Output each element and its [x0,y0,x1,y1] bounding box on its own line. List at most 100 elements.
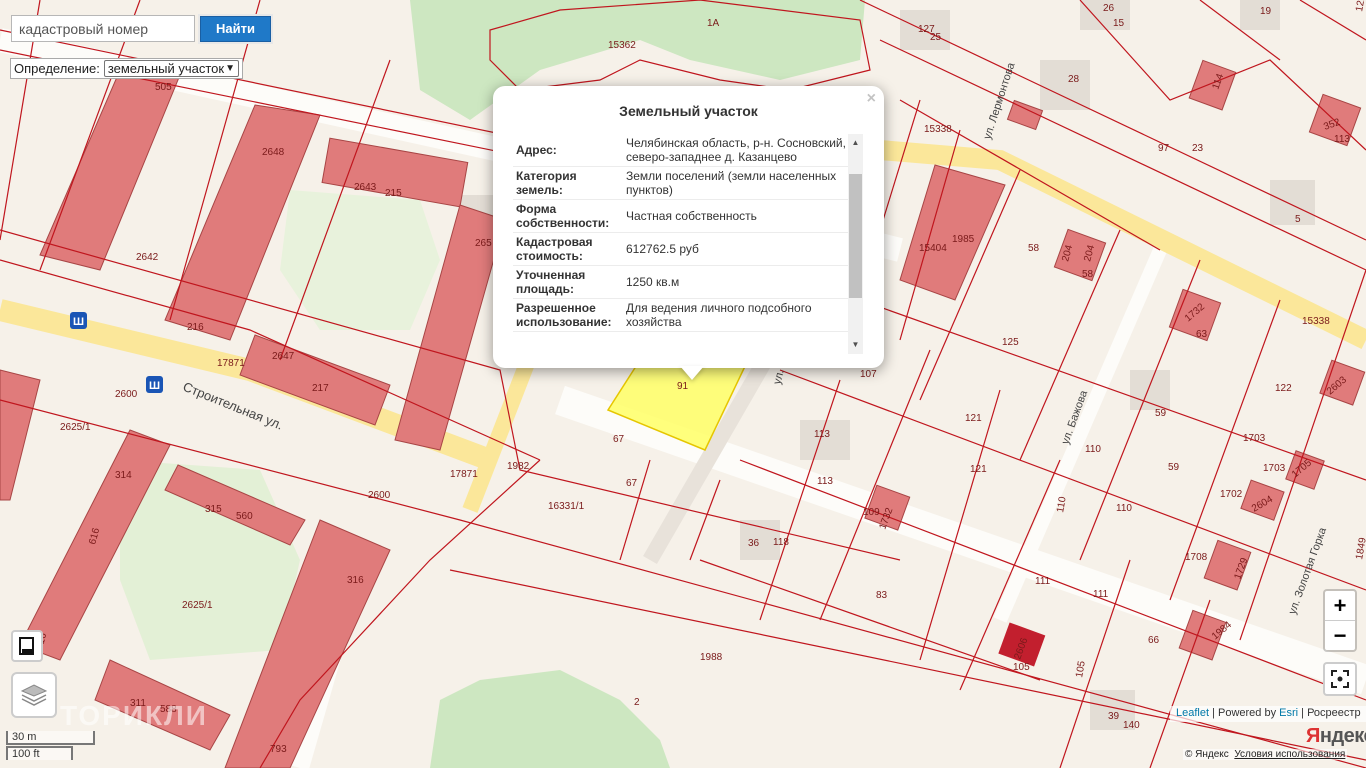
row-key: Категория земель: [516,169,577,197]
bus-stop-icon: Ш [70,312,87,329]
svg-text:2600: 2600 [115,389,138,400]
book-button[interactable] [11,630,43,662]
svg-text:15404: 15404 [919,243,947,254]
svg-text:23: 23 [1192,143,1204,154]
attribution-text: | Росреестр [1298,707,1361,719]
layers-icon [20,684,48,706]
popup-table: Адрес: Челябинская область, р-н. Сосновс… [513,134,855,354]
svg-text:113: 113 [817,476,833,487]
svg-text:140: 140 [1123,720,1140,731]
svg-text:121: 121 [970,464,987,475]
svg-text:58: 58 [1082,269,1094,280]
svg-text:67: 67 [626,478,638,489]
svg-text:2625/1: 2625/1 [182,600,213,611]
fullscreen-button[interactable] [1323,662,1357,696]
yandex-copyright: © Яндекс Условия использования [1183,749,1348,760]
svg-text:Ш: Ш [73,316,84,328]
row-value: 1250 кв.м [626,275,680,289]
svg-text:316: 316 [347,575,364,586]
attribution: Leaflet | Powered by Esri | Росреестр [1170,706,1366,722]
svg-text:26: 26 [1103,3,1115,14]
svg-text:315: 315 [205,504,222,515]
svg-text:1982: 1982 [507,461,530,472]
svg-text:2647: 2647 [272,351,295,362]
attribution-text: | Powered by [1209,707,1280,719]
layers-button[interactable] [11,672,57,718]
svg-text:Ш: Ш [149,380,160,392]
scale-metric: 30 m [6,731,95,745]
svg-text:97: 97 [1158,143,1170,154]
svg-text:59: 59 [1168,462,1180,473]
scale-imperial: 100 ft [6,746,73,760]
svg-text:25: 25 [930,32,942,43]
svg-text:2642: 2642 [136,252,159,263]
scale-bar: 30 m 100 ft [6,731,95,760]
scrollbar-thumb[interactable] [849,174,862,298]
svg-text:91: 91 [677,381,689,392]
svg-text:5: 5 [1295,214,1301,225]
popup-row-cost: Кадастровая стоимость: 612762.5 руб [513,233,855,266]
popup-tip [680,366,704,380]
svg-text:125: 125 [1002,337,1019,348]
svg-text:109: 109 [863,507,880,518]
leaflet-link[interactable]: Leaflet [1176,707,1209,719]
svg-text:111: 111 [1093,589,1109,600]
copyright-text: © Яндекс [1185,749,1229,760]
svg-text:2643: 2643 [354,182,377,193]
fullscreen-icon [1331,670,1349,688]
popup-row-usage: Разрешенное использование: Для ведения л… [513,299,855,332]
svg-text:15338: 15338 [1302,316,1330,327]
svg-text:19: 19 [1260,6,1272,17]
zoom-in-button[interactable]: + [1325,591,1355,621]
popup-row-address: Адрес: Челябинская область, р-н. Сосновс… [513,134,855,167]
esri-link[interactable]: Esri [1279,707,1298,719]
svg-text:111: 111 [1035,576,1051,587]
svg-text:505: 505 [155,82,172,93]
popup-title: Земельный участок [619,103,758,119]
find-button[interactable]: Найти [200,16,271,42]
svg-text:110: 110 [1085,444,1101,455]
svg-text:1212: 1212 [1354,0,1366,13]
row-key: Кадастровая стоимость: [516,235,593,263]
popup-row-category: Категория земель: Земли поселений (земли… [513,167,855,200]
definition-selected: земельный участок [107,61,225,76]
row-key: Адрес: [516,143,557,157]
row-value: Земли поселений (земли населенных пункто… [626,169,837,197]
row-value: Для ведения личного подсобного хозяйства [626,301,812,329]
book-icon [19,637,34,655]
definition-label: Определение: [14,61,100,76]
row-key: Форма собственности: [516,202,610,230]
svg-text:66: 66 [1148,635,1160,646]
chevron-down-icon: ▼ [225,63,235,74]
definition-panel: Определение: земельный участок ▼ [10,58,243,79]
yandex-logo: Яндекс [1306,725,1366,747]
svg-text:113: 113 [1334,134,1350,145]
svg-text:1988: 1988 [700,652,723,663]
svg-text:2: 2 [634,697,640,708]
svg-text:58: 58 [1028,243,1040,254]
scroll-up-icon[interactable]: ▲ [848,136,863,150]
svg-text:17871: 17871 [450,469,478,480]
svg-text:1703: 1703 [1263,463,1286,474]
svg-text:1702: 1702 [1220,489,1243,500]
svg-text:15: 15 [1113,18,1125,29]
svg-text:17871: 17871 [217,358,245,369]
cadastral-search-input[interactable]: кадастровый номер [11,15,195,42]
svg-text:83: 83 [876,590,888,601]
svg-text:121: 121 [965,413,982,424]
popup-row-ownership: Форма собственности: Частная собственнос… [513,200,855,233]
popup-scrollbar[interactable]: ▲ ▼ [848,134,863,354]
svg-text:2648: 2648 [262,147,285,158]
svg-text:118: 118 [773,537,789,548]
zoom-out-button[interactable]: − [1325,621,1355,651]
svg-text:2625/1: 2625/1 [60,422,91,433]
svg-text:39: 39 [1108,711,1120,722]
terms-link[interactable]: Условия использования [1234,749,1345,760]
svg-text:793: 793 [270,744,287,755]
svg-text:2600: 2600 [368,490,391,501]
scroll-down-icon[interactable]: ▼ [848,338,863,352]
svg-text:105: 105 [1013,662,1030,673]
definition-select[interactable]: земельный участок ▼ [103,60,239,77]
svg-text:113: 113 [814,429,830,440]
row-value: Частная собственность [626,209,757,223]
